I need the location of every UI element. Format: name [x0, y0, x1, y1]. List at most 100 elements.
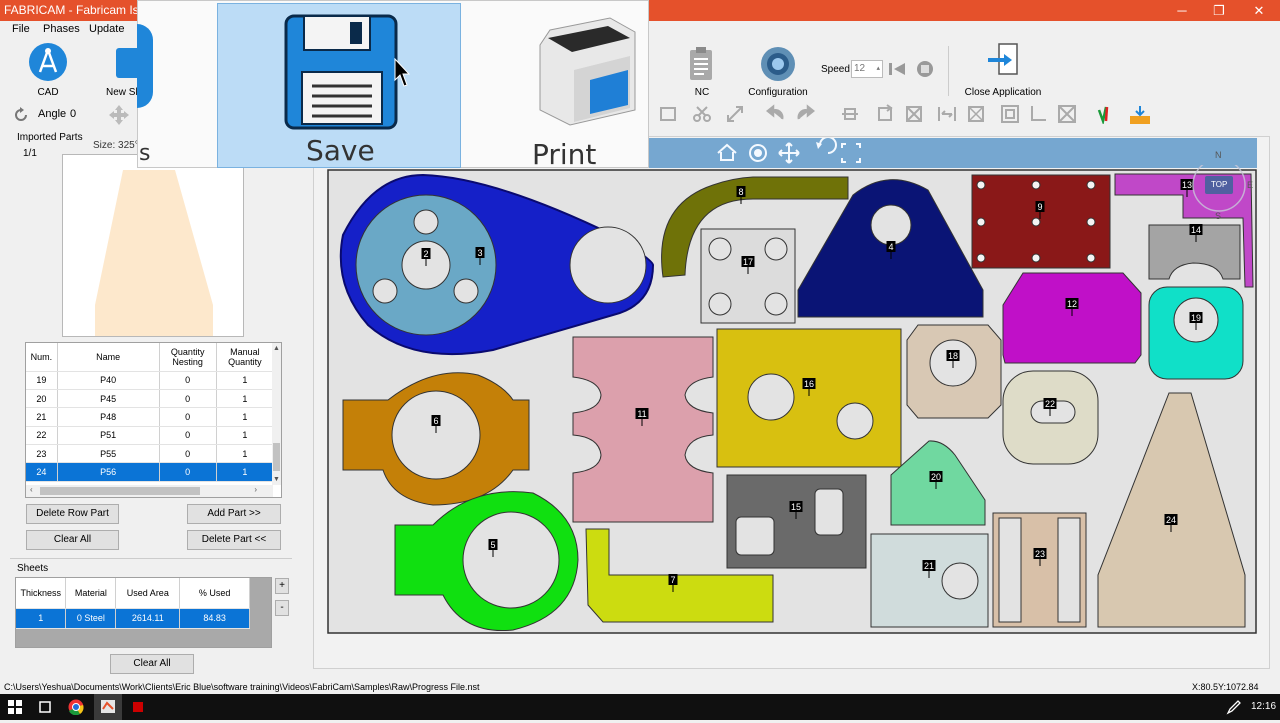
- home-icon[interactable]: [717, 143, 737, 161]
- delete-row-part-button[interactable]: Delete Row Part: [26, 504, 119, 524]
- exit-icon: [988, 43, 1018, 75]
- export-icon[interactable]: [1128, 104, 1150, 124]
- cross-part-icon[interactable]: [904, 104, 924, 124]
- clock: 12:16: [1251, 701, 1277, 712]
- redo-icon[interactable]: [795, 104, 816, 124]
- menu-file[interactable]: File: [12, 23, 30, 35]
- mirror-icon[interactable]: [937, 104, 957, 124]
- menu-phases[interactable]: Phases: [43, 23, 80, 35]
- table-cell: 1: [216, 389, 275, 409]
- add-part-button[interactable]: Add Part >>: [187, 504, 281, 524]
- part-number: 5: [490, 540, 495, 550]
- nc-button[interactable]: NC: [682, 42, 722, 98]
- printer-icon: [539, 17, 636, 126]
- rotate-view-icon[interactable]: [816, 136, 837, 154]
- fullscreen-icon[interactable]: [841, 143, 861, 163]
- table-row[interactable]: 19 P40 0 1: [26, 371, 275, 390]
- compass-top[interactable]: TOP: [1211, 180, 1227, 189]
- task-view-icon[interactable]: [37, 700, 53, 714]
- divider: [10, 558, 292, 559]
- part-9-hole: [1031, 217, 1041, 227]
- maximize-button[interactable]: ❐: [1199, 1, 1239, 20]
- part-22[interactable]: [1002, 370, 1099, 465]
- menu-bar: File Phases Update: [0, 21, 140, 38]
- table-row[interactable]: 22 P51 0 1: [26, 426, 275, 446]
- part-23[interactable]: [992, 512, 1087, 628]
- col-manual-qty: Manual Quantity: [216, 343, 275, 372]
- save-button[interactable]: Save: [217, 3, 461, 168]
- close-window-button[interactable]: ✕: [1239, 1, 1279, 20]
- scissors-icon[interactable]: [692, 104, 712, 124]
- part-number: 12: [1067, 299, 1077, 309]
- file-path: C:\Users\Yeshua\Documents\Work\Clients\E…: [4, 682, 480, 692]
- configuration-button[interactable]: Configuration: [742, 42, 814, 98]
- clipboard-icon: [690, 47, 712, 80]
- part-number: 14: [1191, 225, 1201, 235]
- part-21[interactable]: [870, 533, 989, 628]
- part-9-hole: [976, 180, 986, 190]
- vertical-scrollbar[interactable]: ▲ ▼: [272, 343, 281, 485]
- cad-label: CAD: [37, 87, 59, 98]
- mirror-x-icon[interactable]: [966, 104, 986, 124]
- horizontal-scrollbar[interactable]: ‹ ›: [26, 485, 273, 497]
- frame-icon[interactable]: [1000, 104, 1020, 124]
- recorder-icon[interactable]: [130, 699, 146, 715]
- stop-icon[interactable]: [916, 60, 934, 78]
- cad-button[interactable]: CAD: [26, 42, 70, 98]
- part-18[interactable]: [906, 324, 1002, 419]
- table-cell: P51: [57, 426, 160, 446]
- part-19[interactable]: [1148, 286, 1244, 380]
- menu-update[interactable]: Update: [89, 23, 124, 35]
- new-sheet-icon-overflow: [137, 24, 153, 108]
- part-number: 24: [1166, 515, 1176, 525]
- part-11[interactable]: [572, 336, 714, 523]
- print-button[interactable]: Print: [520, 8, 645, 171]
- mouse-cursor: [394, 57, 411, 88]
- pen-icon[interactable]: [1226, 699, 1242, 715]
- chrome-icon[interactable]: [68, 699, 84, 716]
- fabricam-taskbar-icon[interactable]: [94, 694, 122, 720]
- move-icon[interactable]: [108, 104, 130, 126]
- table-cell: P55: [57, 444, 160, 464]
- view-icon[interactable]: [749, 144, 767, 162]
- part-12[interactable]: [1002, 272, 1142, 364]
- angle-input[interactable]: 0: [70, 108, 76, 120]
- part-16[interactable]: [716, 328, 902, 468]
- delete-part-button[interactable]: Delete Part <<: [187, 530, 281, 550]
- windows-start-icon[interactable]: [8, 700, 22, 714]
- pan-icon[interactable]: [778, 142, 800, 164]
- scale-icon[interactable]: [725, 104, 745, 124]
- rotate-part-icon[interactable]: [875, 104, 895, 124]
- close-application-button[interactable]: Close Application: [960, 42, 1046, 98]
- minimize-button[interactable]: ─: [1162, 1, 1202, 20]
- undo-icon[interactable]: [765, 104, 786, 124]
- add-sheet-button[interactable]: +: [275, 578, 289, 594]
- shape-icon[interactable]: [658, 104, 678, 124]
- step-back-icon[interactable]: [888, 60, 906, 78]
- clear-all-parts-button[interactable]: Clear All: [26, 530, 119, 550]
- nesting-sheet[interactable]: 2 34567891112131415161718192021222324: [313, 165, 1270, 669]
- col-qty-nesting: Quantity Nesting: [159, 343, 217, 372]
- table-cell: 0: [159, 371, 217, 390]
- part-9-hole: [1086, 217, 1096, 227]
- part-15[interactable]: [726, 474, 867, 569]
- table-row[interactable]: 23 P55 0 1: [26, 444, 275, 464]
- remove-sheet-button[interactable]: -: [275, 600, 289, 616]
- table-row[interactable]: 24 P56 0 1: [26, 462, 275, 482]
- align-icon[interactable]: [840, 104, 860, 124]
- speed-input[interactable]: 12 ▴: [851, 60, 883, 78]
- corner-icon[interactable]: [1028, 104, 1048, 124]
- delete-part-icon[interactable]: [1057, 104, 1077, 124]
- rotate-icon[interactable]: [12, 106, 32, 126]
- table-row[interactable]: 21 P48 0 1: [26, 407, 275, 427]
- part-17[interactable]: [700, 228, 796, 324]
- table-cell: 20: [26, 389, 58, 409]
- check-icon[interactable]: [1096, 104, 1116, 126]
- clear-all-sheets-button[interactable]: Clear All: [110, 654, 194, 674]
- sheet-row[interactable]: 10 Steel 2614.11 84.83: [16, 608, 250, 629]
- new-sheet-button[interactable]: New Sh: [102, 42, 142, 98]
- table-cell: 0: [159, 426, 217, 446]
- compass-icon: [29, 43, 67, 81]
- table-row[interactable]: 20 P45 0 1: [26, 389, 275, 409]
- col-material: Material: [65, 578, 117, 609]
